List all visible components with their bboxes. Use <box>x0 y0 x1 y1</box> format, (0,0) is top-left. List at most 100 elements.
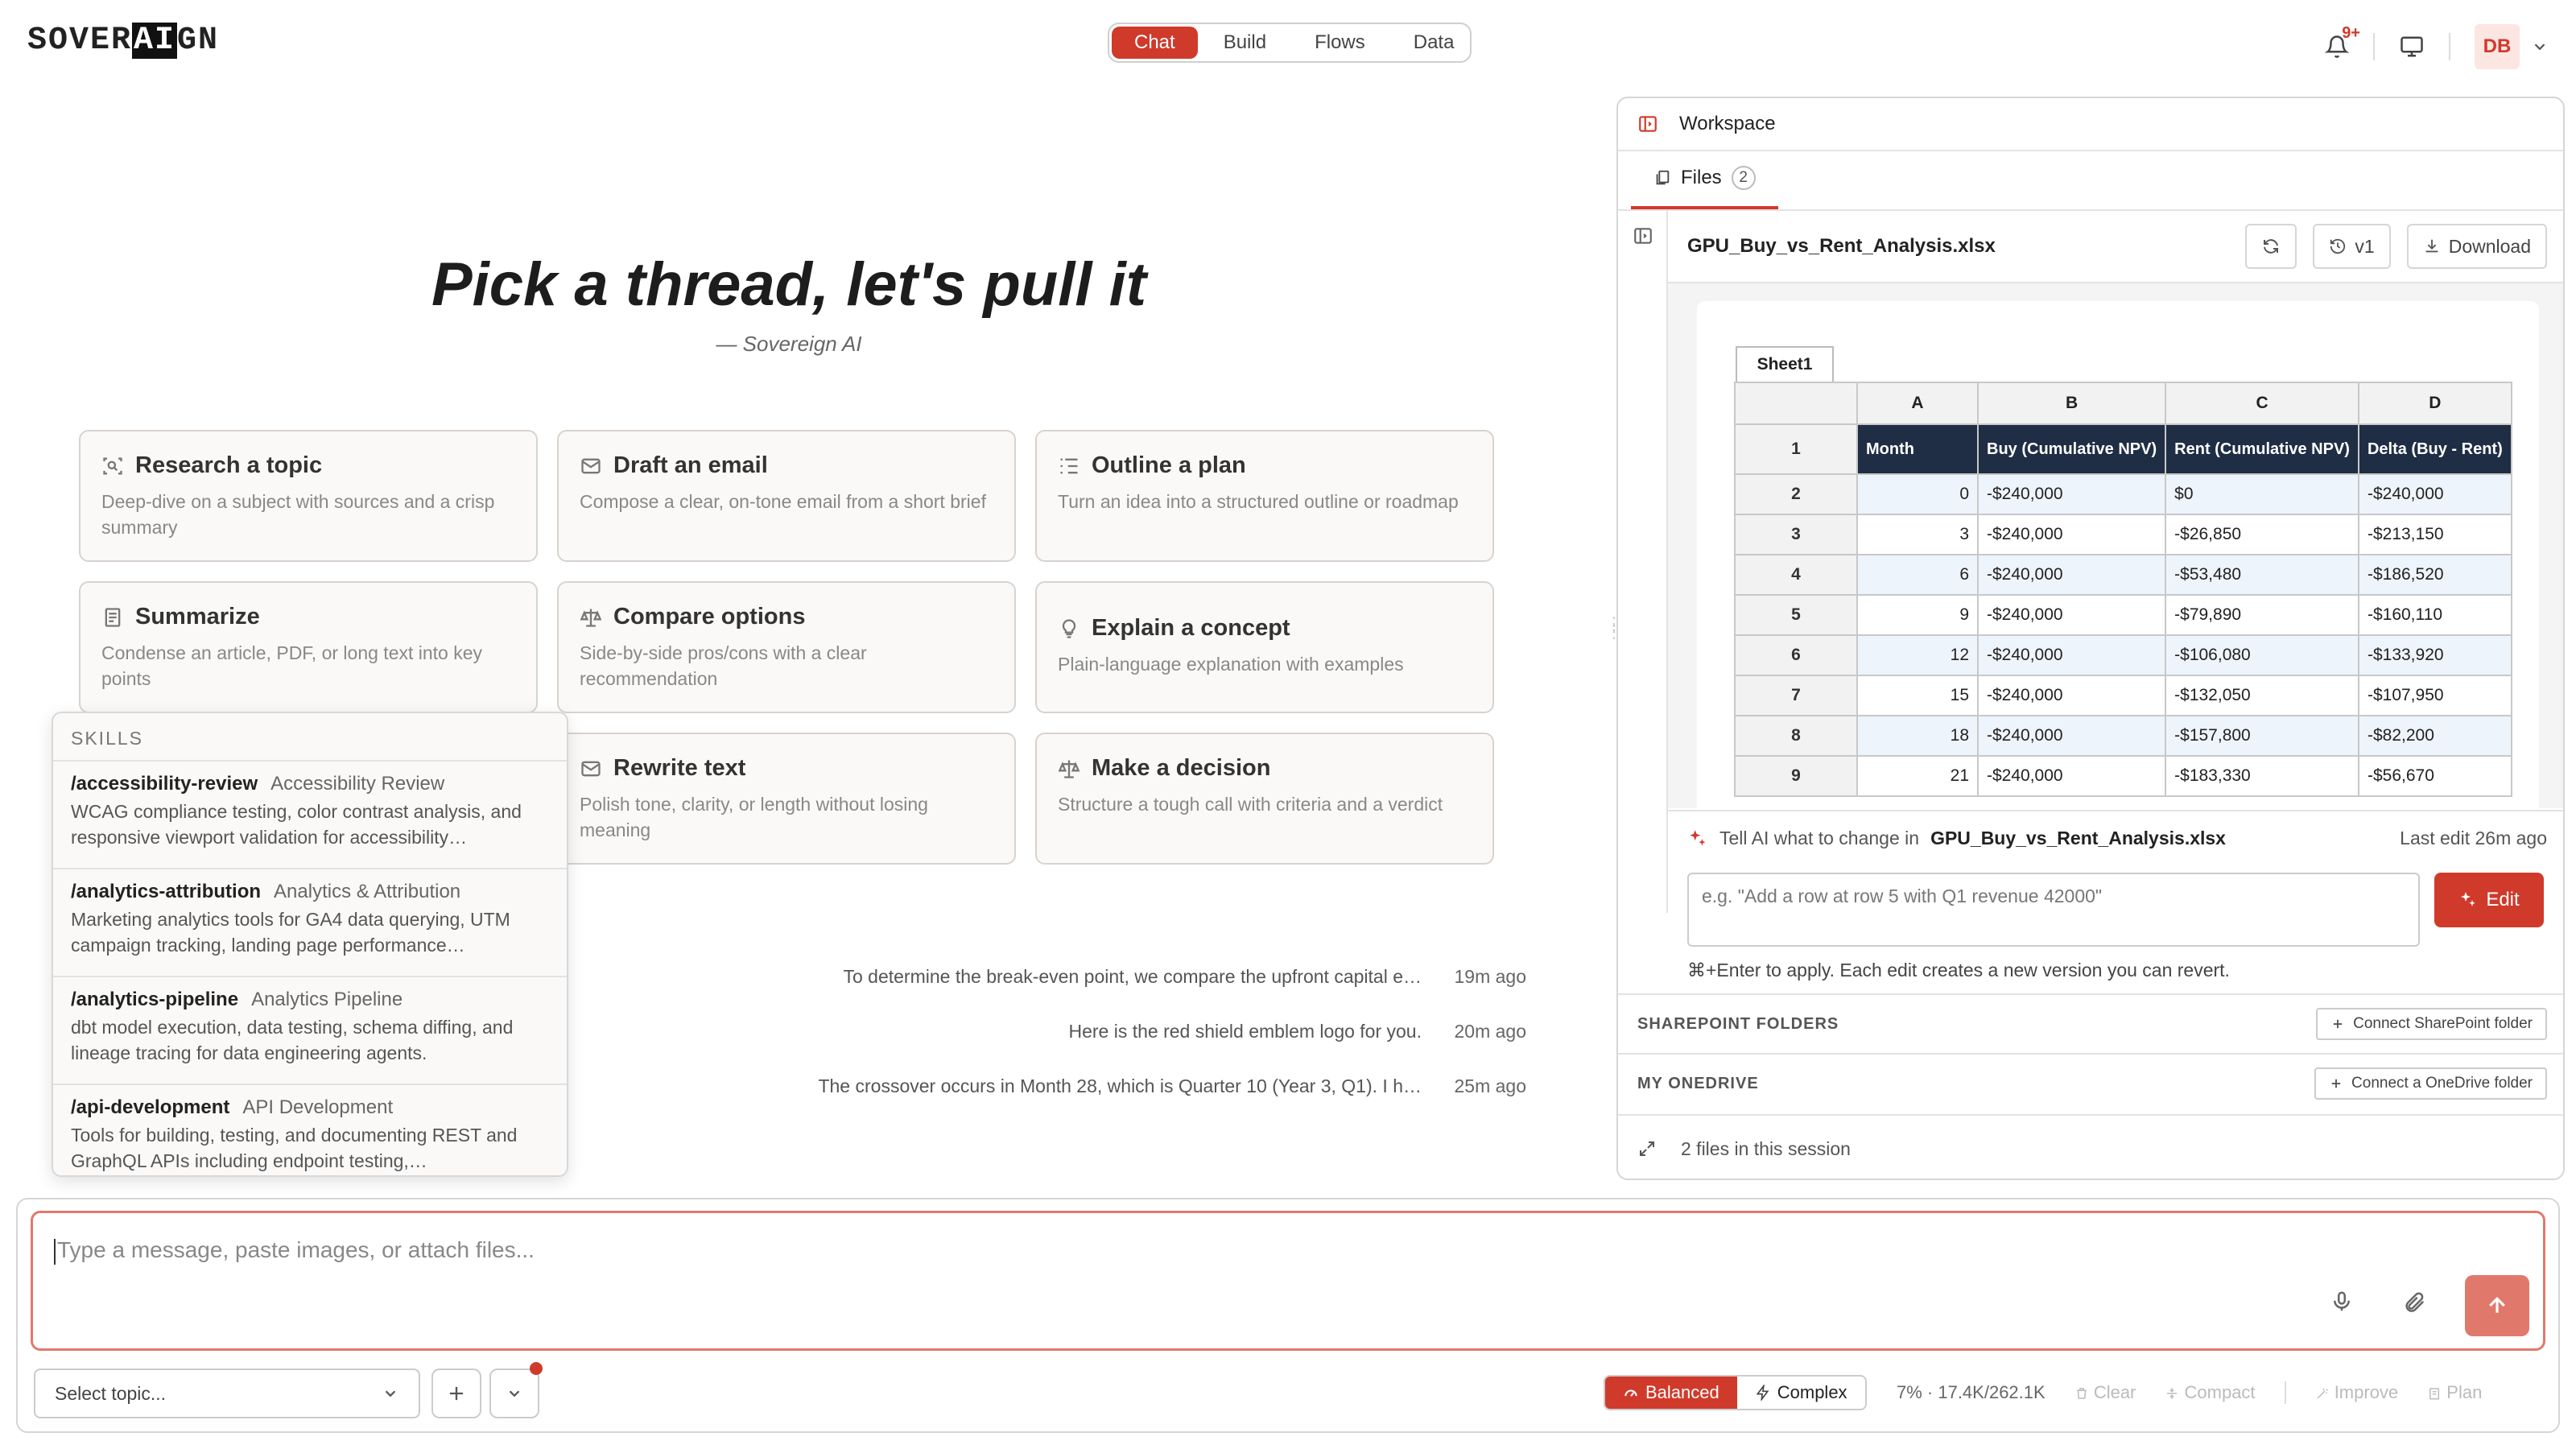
table-cell[interactable]: -$240,000 <box>1976 554 2167 596</box>
table-cell[interactable]: 12 <box>1856 634 1979 676</box>
table-cell[interactable]: 21 <box>1856 755 1979 797</box>
tab-build[interactable]: Build <box>1201 27 1289 59</box>
table-cell[interactable]: -$157,800 <box>2165 715 2359 757</box>
table-cell[interactable]: $0 <box>2165 473 2359 515</box>
mode-balanced-button[interactable]: Balanced <box>1605 1377 1737 1409</box>
topic-select[interactable]: Select topic... <box>34 1368 420 1418</box>
header-cell[interactable]: Month <box>1856 423 1979 475</box>
header-cell[interactable]: Delta (Buy - Rent) <box>2357 423 2512 475</box>
row-number[interactable]: 8 <box>1734 715 1858 757</box>
add-button[interactable] <box>431 1368 481 1418</box>
skill-item[interactable]: /api-development API Development Tools for… <box>53 1085 567 1175</box>
header-cell[interactable]: Rent (Cumulative NPV) <box>2165 423 2359 475</box>
tab-flows[interactable]: Flows <box>1292 27 1388 59</box>
recent-chat-item[interactable]: The crossover occurs in Month 28, which … <box>818 1075 1526 1097</box>
user-menu[interactable]: DB <box>2475 24 2549 69</box>
table-cell[interactable]: -$240,000 <box>1976 675 2167 716</box>
mode-complex-button[interactable]: Complex <box>1737 1377 1865 1409</box>
column-header[interactable]: D <box>2357 382 2512 425</box>
message-input[interactable]: Type a message, paste images, or attach … <box>31 1211 2545 1351</box>
send-button[interactable] <box>2465 1275 2529 1336</box>
row-number[interactable]: 4 <box>1734 554 1858 596</box>
suggestion-card-rewrite[interactable]: Rewrite text Polish tone, clarity, or le… <box>557 733 1016 865</box>
suggestion-card-email[interactable]: Draft an email Compose a clear, on-tone … <box>557 430 1016 562</box>
skill-item[interactable]: /analytics-attribution Analytics & Attrib… <box>53 869 567 977</box>
skill-item[interactable]: /accessibility-review Accessibility Revie… <box>53 762 567 869</box>
download-button[interactable]: Download <box>2406 224 2547 269</box>
paperclip-icon[interactable] <box>2402 1290 2426 1315</box>
recent-chat-item[interactable]: Here is the red shield emblem logo for y… <box>1069 1021 1527 1042</box>
table-cell[interactable]: 9 <box>1856 594 1979 636</box>
table-cell[interactable]: -$160,110 <box>2357 594 2512 636</box>
bell-icon[interactable]: 9+ <box>2325 24 2360 60</box>
tab-chat[interactable]: Chat <box>1112 27 1198 59</box>
row-number[interactable]: 7 <box>1734 675 1858 716</box>
row-number[interactable]: 3 <box>1734 514 1858 555</box>
sheet-tab[interactable]: Sheet1 <box>1736 346 1834 382</box>
plan-button[interactable]: Plan <box>2427 1382 2482 1403</box>
tab-files[interactable]: Files 2 <box>1631 150 1778 209</box>
table-cell[interactable]: -$107,950 <box>2357 675 2512 716</box>
skill-item[interactable]: /analytics-pipeline Analytics Pipeline dbt… <box>53 977 567 1085</box>
row-number[interactable]: 9 <box>1734 755 1858 797</box>
table-cell[interactable]: 18 <box>1856 715 1979 757</box>
table-cell[interactable]: -$183,330 <box>2165 755 2359 797</box>
suggestion-card-summarize[interactable]: Summarize Condense an article, PDF, or l… <box>79 581 538 713</box>
table-cell[interactable]: -$82,200 <box>2357 715 2512 757</box>
version-button[interactable]: v1 <box>2313 224 2391 269</box>
header-cell[interactable]: Buy (Cumulative NPV) <box>1976 423 2167 475</box>
table-cell[interactable]: -$240,000 <box>1976 514 2167 555</box>
edit-button[interactable]: Edit <box>2434 873 2544 927</box>
suggestion-card-compare[interactable]: Compare options Side-by-side pros/cons w… <box>557 581 1016 713</box>
table-cell[interactable]: -$186,520 <box>2357 554 2512 596</box>
app-logo[interactable]: SOVERAIGN <box>27 23 219 59</box>
compact-button[interactable]: Compact <box>2165 1382 2256 1403</box>
row-number[interactable]: 1 <box>1734 423 1858 475</box>
tab-data[interactable]: Data <box>1391 27 1477 59</box>
suggestion-card-research[interactable]: Research a topic Deep-dive on a subject … <box>79 430 538 562</box>
expand-icon[interactable] <box>1637 1139 1657 1158</box>
table-cell[interactable]: -$240,000 <box>1976 473 2167 515</box>
ai-edit-input[interactable]: e.g. "Add a row at row 5 with Q1 revenue… <box>1687 873 2420 947</box>
table-cell[interactable]: 0 <box>1856 473 1979 515</box>
connect-sharepoint-button[interactable]: Connect SharePoint folder <box>2316 1008 2547 1040</box>
monitor-icon[interactable] <box>2399 35 2425 59</box>
table-cell[interactable]: -$240,000 <box>1976 634 2167 676</box>
table-cell[interactable]: -$53,480 <box>2165 554 2359 596</box>
improve-button[interactable]: Improve <box>2315 1382 2398 1403</box>
table-cell[interactable]: -$56,670 <box>2357 755 2512 797</box>
table-cell[interactable]: -$213,150 <box>2357 514 2512 555</box>
clear-button[interactable]: Clear <box>2074 1382 2136 1403</box>
suggestion-card-outline[interactable]: Outline a plan Turn an idea into a struc… <box>1035 430 1494 562</box>
table-cell[interactable]: -$133,920 <box>2357 634 2512 676</box>
table-cell[interactable]: 15 <box>1856 675 1979 716</box>
table-cell[interactable]: -$106,080 <box>2165 634 2359 676</box>
table-cell[interactable]: 6 <box>1856 554 1979 596</box>
panel-toggle-icon[interactable] <box>1637 114 1658 134</box>
refresh-button[interactable] <box>2245 224 2297 269</box>
table-cell[interactable]: -$26,850 <box>2165 514 2359 555</box>
column-header[interactable]: B <box>1976 382 2167 425</box>
table-cell[interactable]: -$240,000 <box>1976 755 2167 797</box>
table-cell[interactable]: -$240,000 <box>1976 715 2167 757</box>
column-header[interactable]: A <box>1856 382 1979 425</box>
column-header[interactable]: C <box>2165 382 2359 425</box>
table-cell[interactable]: -$132,050 <box>2165 675 2359 716</box>
suggestion-card-decision[interactable]: Make a decision Structure a tough call w… <box>1035 733 1494 865</box>
table-cell[interactable]: -$240,000 <box>2357 473 2512 515</box>
table-cell[interactable]: -$240,000 <box>1976 594 2167 636</box>
table-cell[interactable]: -$79,890 <box>2165 594 2359 636</box>
row-number[interactable]: 6 <box>1734 634 1858 676</box>
connect-onedrive-button[interactable]: Connect a OneDrive folder <box>2314 1067 2547 1100</box>
row-number[interactable]: 2 <box>1734 473 1858 515</box>
suggestion-card-explain[interactable]: Explain a concept Plain-language explana… <box>1035 581 1494 713</box>
more-options-button[interactable] <box>489 1368 539 1418</box>
skill-command: /analytics-attribution <box>71 881 262 902</box>
recent-chat-item[interactable]: To determine the break-even point, we co… <box>843 966 1526 988</box>
resize-handle[interactable]: ⋮ ⋮ <box>1605 615 1623 641</box>
microphone-icon[interactable] <box>2330 1288 2354 1315</box>
card-description: Side-by-side pros/cons with a clear reco… <box>580 642 867 689</box>
sidebar-expand-icon[interactable] <box>1633 225 1653 246</box>
table-cell[interactable]: 3 <box>1856 514 1979 555</box>
row-number[interactable]: 5 <box>1734 594 1858 636</box>
